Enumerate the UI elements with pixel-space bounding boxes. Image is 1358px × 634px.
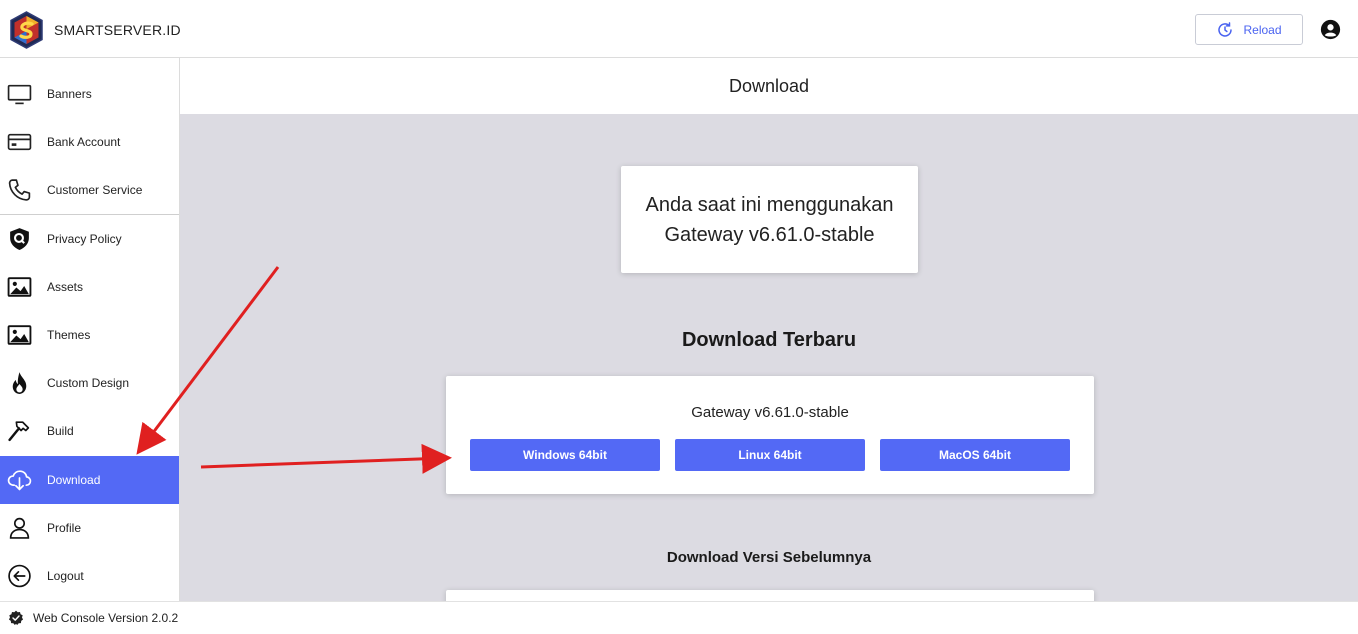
flame-icon	[7, 371, 32, 396]
footer-version: Web Console Version 2.0.2	[33, 611, 179, 625]
sidebar-item-banners[interactable]: Banners	[0, 70, 179, 118]
phone-icon	[7, 178, 32, 203]
user-icon	[7, 516, 32, 541]
sidebar-item-build[interactable]: Build	[0, 407, 179, 455]
sidebar-item-assets[interactable]: Assets	[0, 263, 179, 311]
sidebar-item-themes[interactable]: Themes	[0, 311, 179, 359]
latest-version-label: Gateway v6.61.0-stable	[691, 404, 849, 421]
reload-icon	[1218, 21, 1233, 37]
verified-badge-icon	[8, 610, 24, 625]
image-icon	[7, 275, 32, 300]
monitor-icon	[7, 82, 32, 107]
sidebar-item-profile[interactable]: Profile	[0, 504, 179, 552]
smartserver-logo	[10, 11, 43, 49]
reload-button[interactable]: Reload	[1195, 14, 1303, 45]
brand-name: SMARTSERVER.ID	[54, 22, 181, 38]
previous-download-card	[446, 590, 1094, 601]
cloud-download-icon	[7, 468, 32, 493]
sidebar: Banners Bank Account Customer Service Pr…	[0, 58, 180, 601]
download-windows-button[interactable]: Windows 64bit	[470, 439, 660, 471]
sidebar-item-label: Profile	[47, 521, 82, 535]
sidebar-item-label: Build	[47, 424, 74, 438]
sidebar-item-label: Logout	[47, 569, 84, 583]
sidebar-item-privacy-policy[interactable]: Privacy Policy	[0, 215, 179, 263]
sidebar-item-bank-account[interactable]: Bank Account	[0, 118, 179, 166]
sidebar-item-label: Customer Service	[47, 183, 143, 197]
sidebar-item-download[interactable]: Download	[0, 456, 179, 504]
arrow-left-circle-icon	[7, 564, 32, 589]
user-avatar-icon[interactable]	[1320, 19, 1341, 40]
sidebar-item-label: Privacy Policy	[47, 232, 122, 246]
sidebar-item-label: Banners	[47, 87, 92, 101]
sidebar-item-customer-service[interactable]: Customer Service	[0, 166, 179, 214]
shield-icon	[7, 227, 32, 252]
current-version-line1: Anda saat ini menggunakan	[645, 193, 894, 216]
footer: Web Console Version 2.0.2	[0, 601, 1358, 634]
main-content: Download Anda saat ini menggunakan Gatew…	[180, 58, 1358, 601]
sidebar-item-label: Assets	[47, 280, 84, 294]
latest-download-card: Gateway v6.61.0-stable Windows 64bit Lin…	[446, 376, 1094, 494]
sidebar-item-label: Custom Design	[47, 376, 130, 390]
top-bar: SMARTSERVER.ID Reload	[0, 0, 1358, 58]
reload-label: Reload	[1243, 22, 1282, 37]
current-version-line2: Gateway v6.61.0-stable	[664, 223, 875, 246]
current-version-card: Anda saat ini menggunakan Gateway v6.61.…	[621, 166, 918, 273]
previous-download-title: Download Versi Sebelumnya	[666, 549, 872, 566]
sidebar-item-label: Download	[47, 473, 101, 487]
image-icon	[7, 323, 32, 348]
credit-card-icon	[7, 130, 32, 155]
page-title: Download	[180, 58, 1358, 114]
latest-download-title: Download Terbaru	[681, 329, 857, 351]
sidebar-item-label: Bank Account	[47, 135, 121, 149]
sidebar-item-label: Themes	[47, 328, 91, 342]
sidebar-item-custom-design[interactable]: Custom Design	[0, 359, 179, 407]
hammer-icon	[7, 419, 32, 444]
sidebar-item-logout[interactable]: Logout	[0, 552, 179, 600]
download-linux-button[interactable]: Linux 64bit	[675, 439, 865, 471]
download-macos-button[interactable]: MacOS 64bit	[880, 439, 1070, 471]
